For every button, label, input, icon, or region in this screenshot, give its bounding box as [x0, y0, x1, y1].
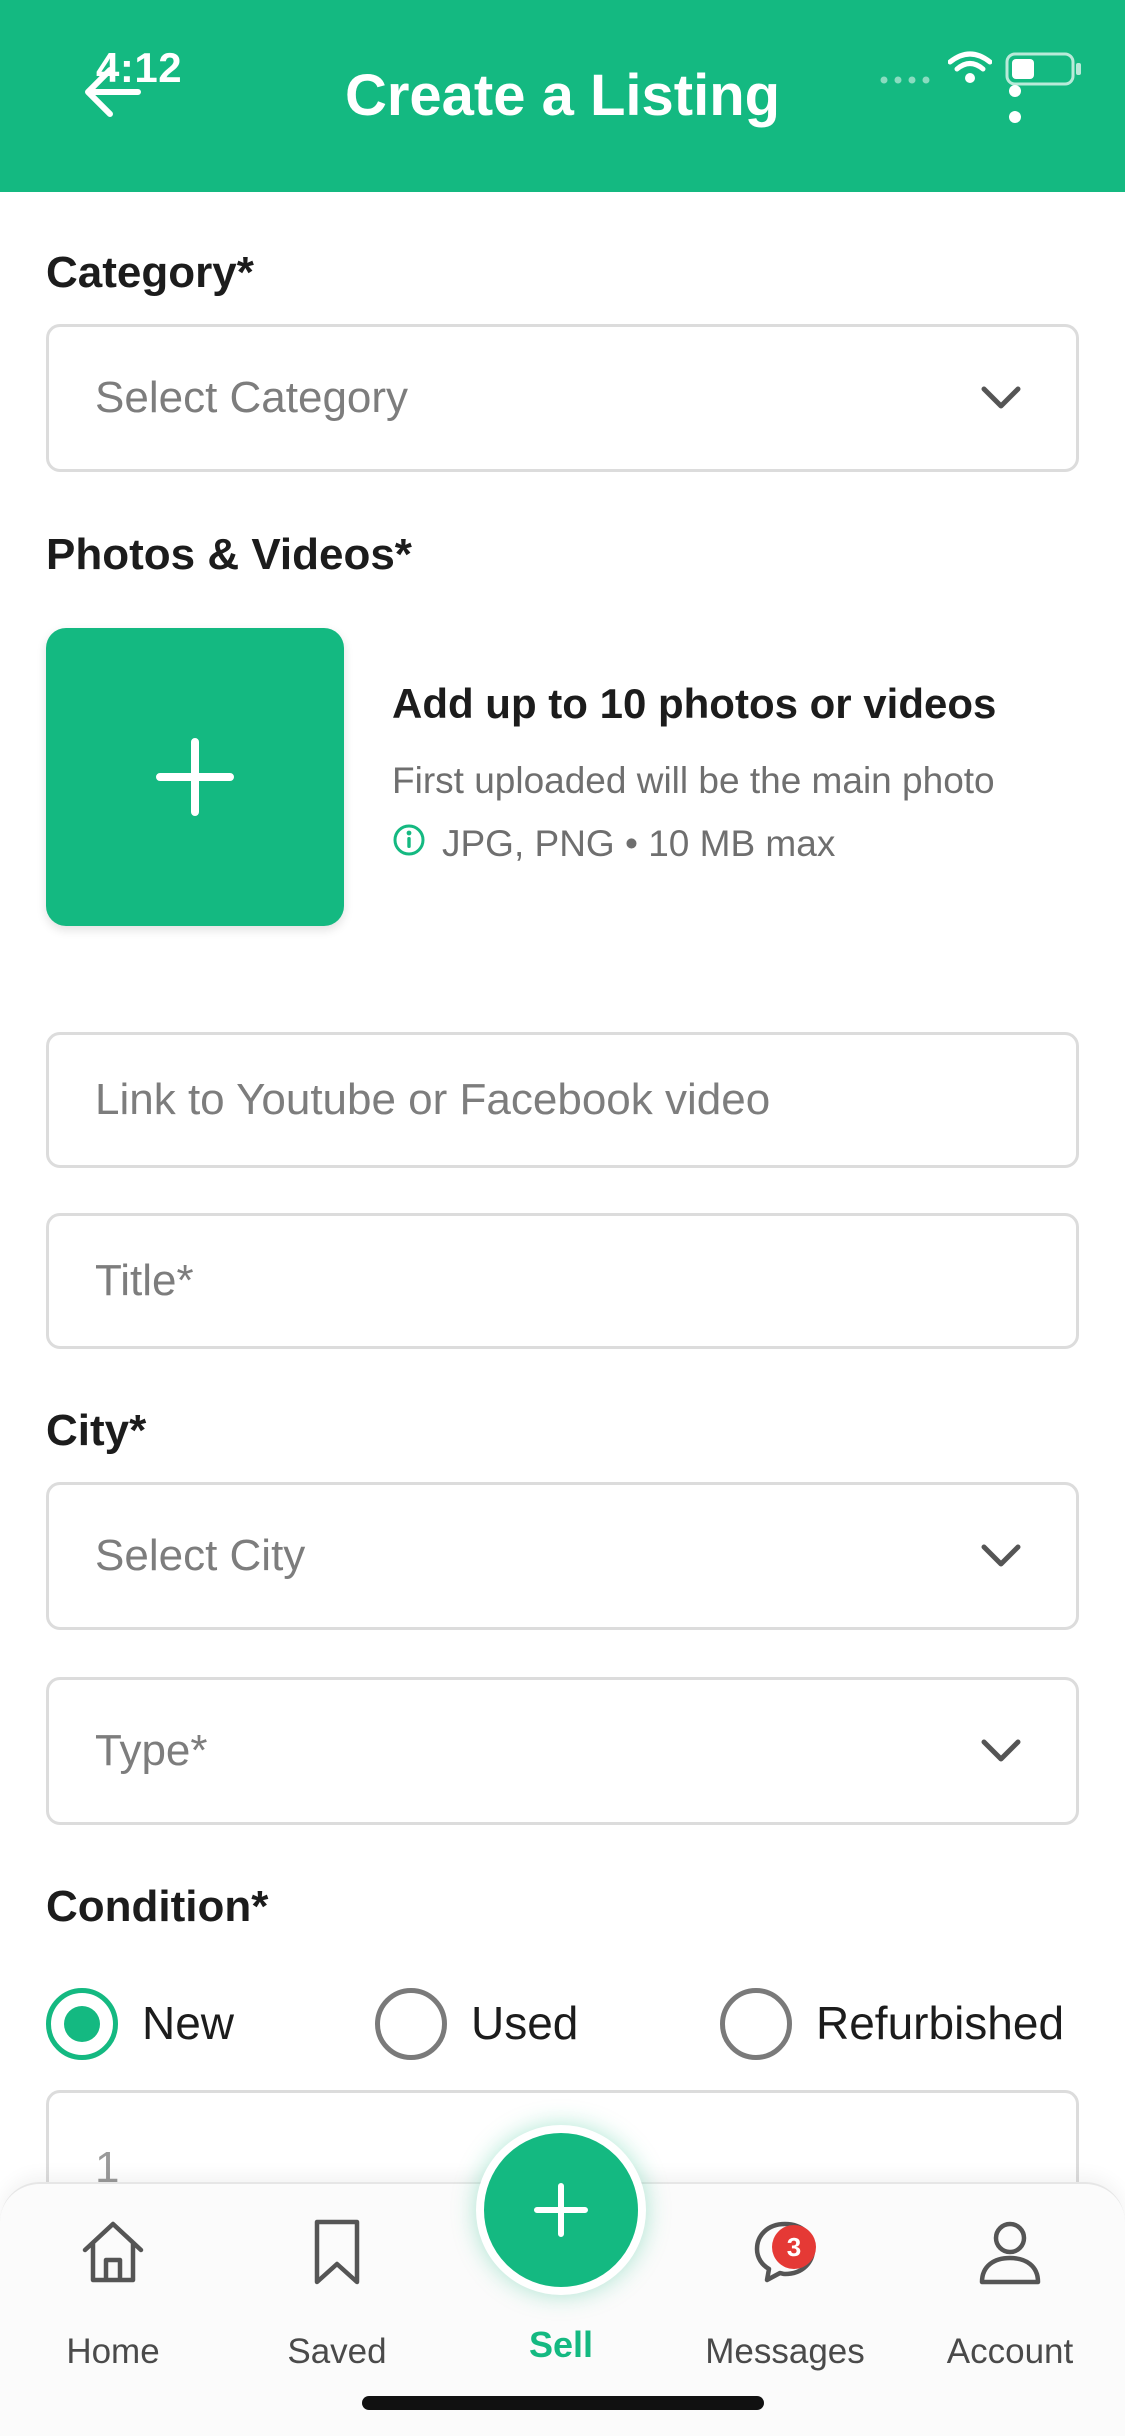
home-indicator — [362, 2396, 764, 2410]
add-photos-button[interactable] — [46, 628, 344, 926]
home-icon — [82, 2221, 144, 2283]
tab-sell-label[interactable]: Sell — [476, 2324, 646, 2366]
title-placeholder: Title* — [95, 1256, 194, 1305]
tab-home[interactable]: Home — [28, 2182, 198, 2436]
plus-icon — [534, 2183, 588, 2237]
bookmark-icon — [314, 2219, 360, 2285]
chevron-down-icon — [981, 386, 1021, 409]
tab-label: Saved — [287, 2332, 387, 2371]
type-placeholder: Type* — [95, 1726, 208, 1775]
radio-label: Refurbished — [816, 1997, 1065, 2049]
video-link-input[interactable]: Link to Youtube or Facebook video — [46, 1032, 1079, 1168]
tab-label: Account — [946, 2332, 1074, 2371]
tab-account[interactable]: Account — [920, 2182, 1100, 2436]
messages-badge: 3 — [772, 2225, 816, 2269]
radio-label: New — [142, 1997, 235, 2049]
sell-button[interactable] — [476, 2125, 646, 2295]
radio-label: Used — [471, 1997, 579, 2049]
upload-formats: JPG, PNG • 10 MB max — [442, 823, 836, 864]
city-placeholder: Select City — [95, 1531, 306, 1580]
category-label: Category* — [46, 248, 254, 297]
photos-label: Photos & Videos* — [46, 530, 412, 579]
condition-radio-new[interactable]: New — [46, 1988, 276, 2062]
signal-icon — [880, 76, 930, 84]
title-input[interactable]: Title* — [46, 1213, 1079, 1349]
app-header: 4:12 Create a Listing — [0, 0, 1125, 192]
more-vertical-icon[interactable] — [1000, 70, 1030, 130]
category-placeholder: Select Category — [95, 373, 409, 422]
chevron-down-icon — [981, 1739, 1021, 1762]
condition-label: Condition* — [46, 1882, 269, 1931]
video-link-placeholder: Link to Youtube or Facebook video — [95, 1075, 771, 1124]
type-select[interactable]: Type* — [46, 1677, 1079, 1825]
radio-unselected-icon — [375, 1988, 447, 2060]
condition-radio-used[interactable]: Used — [375, 1988, 605, 2062]
info-icon — [393, 824, 425, 856]
upload-title: Add up to 10 photos or videos — [392, 680, 997, 727]
city-label: City* — [46, 1406, 147, 1455]
tab-label: Messages — [705, 2332, 865, 2371]
wifi-icon — [948, 51, 992, 83]
city-select[interactable]: Select City — [46, 1482, 1079, 1630]
category-select[interactable]: Select Category — [46, 324, 1079, 472]
tab-label: Home — [66, 2332, 160, 2371]
radio-unselected-icon — [720, 1988, 792, 2060]
plus-icon — [156, 738, 234, 816]
user-icon — [979, 2221, 1041, 2285]
chevron-down-icon — [981, 1544, 1021, 1567]
condition-radio-refurbished[interactable]: Refurbished — [720, 1988, 1080, 2062]
upload-subtitle: First uploaded will be the main photo — [392, 760, 995, 801]
radio-selected-icon — [46, 1988, 118, 2060]
